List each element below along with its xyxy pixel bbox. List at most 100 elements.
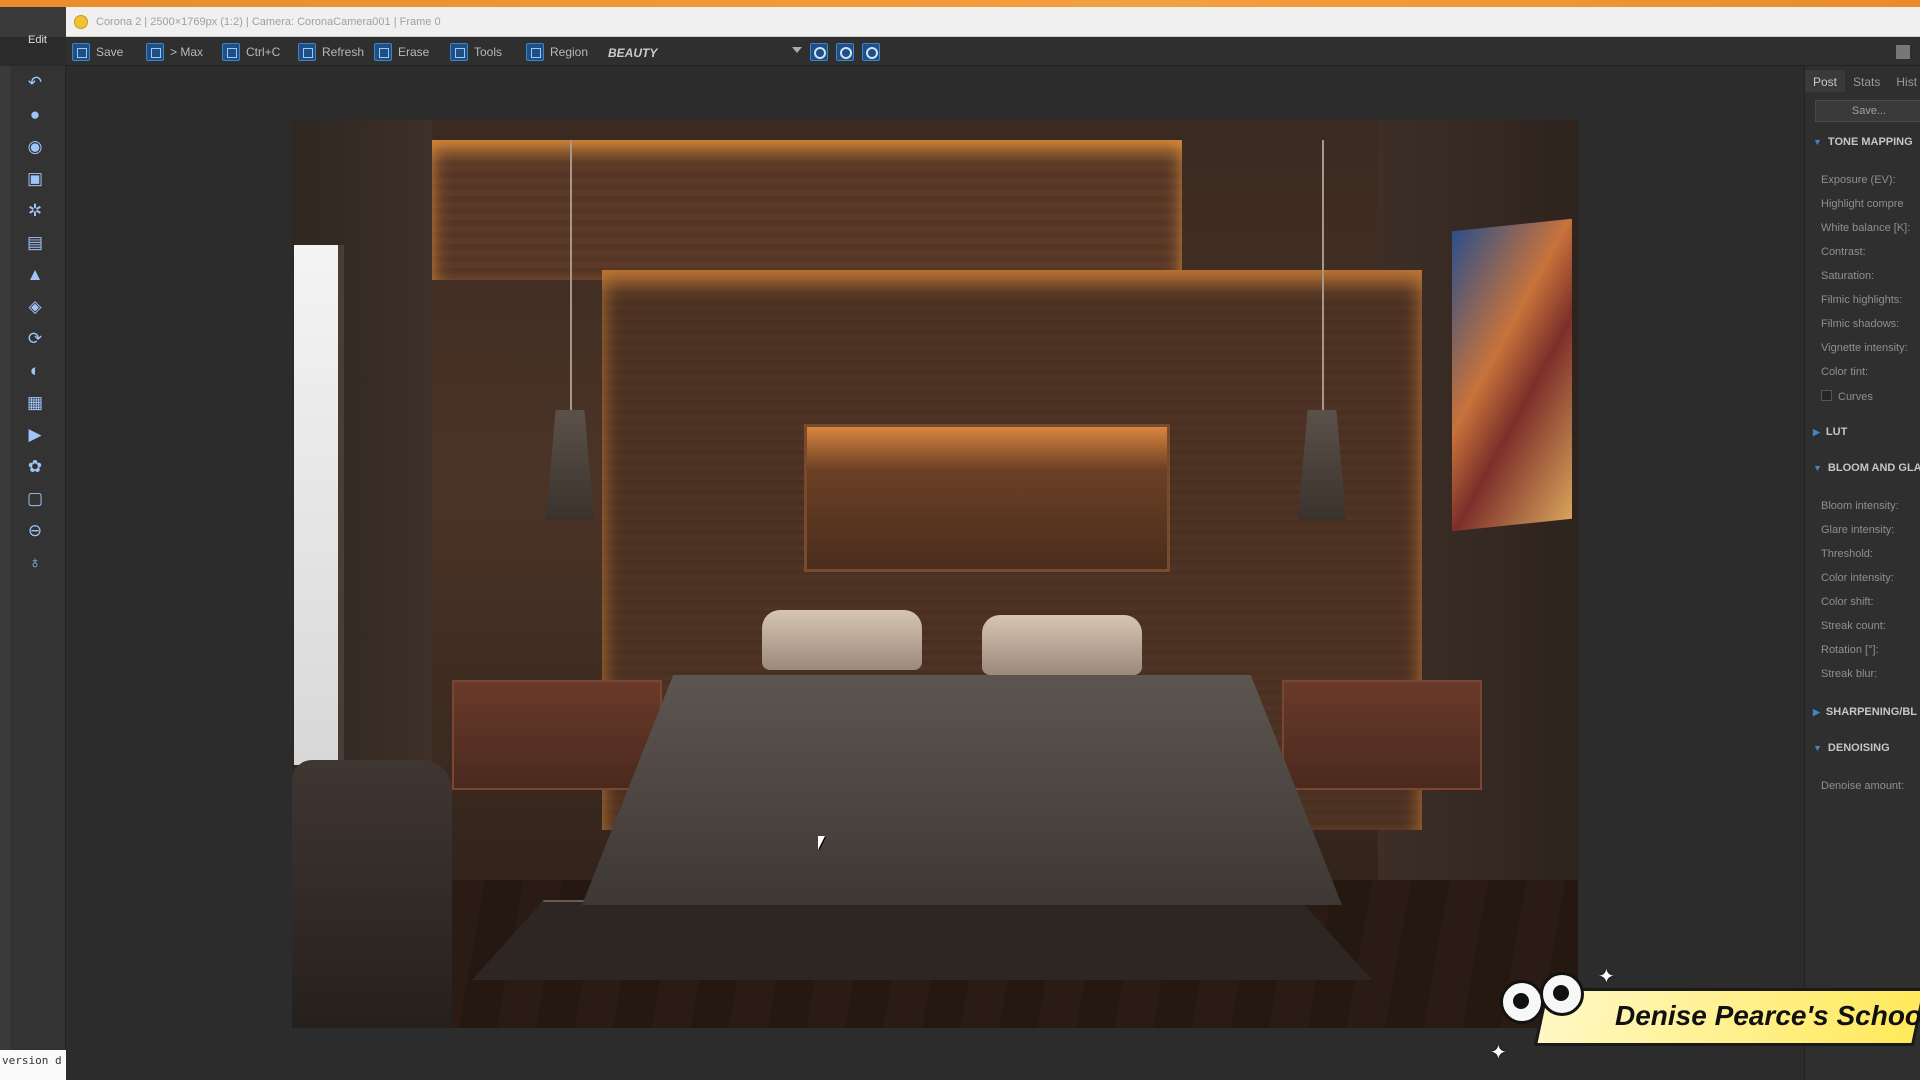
mascot-face-icon [1500, 980, 1544, 1024]
tab-post[interactable]: Post [1805, 70, 1846, 92]
lut-header[interactable]: ▶ LUT [1813, 426, 1847, 438]
bloom-glare-header[interactable]: ▼ BLOOM AND GLA [1813, 462, 1920, 474]
field-label: Filmic shadows: [1821, 318, 1900, 330]
max-icon [146, 43, 164, 61]
bulb-icon[interactable]: ♁ [18, 550, 52, 576]
field-label: White balance [K]: [1821, 222, 1911, 234]
save-button[interactable]: Save [72, 42, 123, 62]
mouse-cursor-icon [818, 836, 825, 850]
field-label: Streak count: [1821, 620, 1886, 632]
nightstand-right [1282, 680, 1482, 790]
edit-menu[interactable]: Edit [28, 34, 47, 46]
decal-icon[interactable]: ◈ [18, 294, 52, 320]
field-label: Threshold: [1821, 548, 1873, 560]
field-label: Denoise amount: [1821, 780, 1905, 792]
curves-checkbox[interactable]: Curves [1821, 390, 1873, 403]
collapsed-arrow-icon: ▶ [1813, 427, 1820, 437]
field-label: Bloom intensity: [1821, 500, 1899, 512]
sparkle-icon: ✦ [1490, 1042, 1507, 1064]
tools-icon [450, 43, 468, 61]
framebuffer-icon[interactable]: ▶ [18, 422, 52, 448]
render-pass-select[interactable]: BEAUTY [608, 46, 657, 60]
undo-icon[interactable]: ↶ [18, 70, 52, 96]
vfb-toolbar: Save > Max Ctrl+C Refresh Erase Tools Re… [66, 38, 1920, 66]
field-label: Color shift: [1821, 596, 1874, 608]
lamp-wire-left [570, 140, 572, 420]
field-label: Filmic highlights: [1821, 294, 1903, 306]
field-label: Glare intensity: [1821, 524, 1895, 536]
field-label: Color tint: [1821, 366, 1869, 378]
pendant-lamp-left [546, 410, 594, 520]
checkbox-box[interactable] [1821, 390, 1832, 401]
teapot-icon[interactable]: ✿ [18, 454, 52, 480]
tools-button[interactable]: Tools [450, 42, 502, 62]
material-icon[interactable]: ▤ [18, 230, 52, 256]
copy-button[interactable]: Ctrl+C [222, 42, 280, 62]
field-label: Exposure (EV): [1821, 174, 1896, 186]
copy-icon [222, 43, 240, 61]
camera-icon[interactable]: ▣ [18, 166, 52, 192]
to-max-button[interactable]: > Max [146, 42, 203, 62]
proxy-icon[interactable]: ▲ [18, 262, 52, 288]
panel-tabs: Post Stats Hist [1805, 70, 1920, 92]
erase-button[interactable]: Erase [374, 42, 429, 62]
viewport-icon[interactable]: ▢ [18, 486, 52, 512]
light-icon[interactable]: ● [18, 102, 52, 128]
save-settings-button[interactable]: Save... [1815, 100, 1920, 122]
chevron-down-icon[interactable] [792, 47, 802, 53]
mascot-face-icon [1540, 972, 1584, 1016]
wall-painting [1452, 218, 1572, 532]
post-panel: Post Stats Hist Save... ▼ TONE MAPPING Ex… [1804, 66, 1920, 1080]
scatter-icon[interactable]: ✲ [18, 198, 52, 224]
corona-app-icon [74, 15, 88, 29]
refresh-button[interactable]: Refresh [298, 42, 364, 62]
tab-stats[interactable]: Stats [1845, 70, 1888, 92]
tab-history[interactable]: Hist [1888, 70, 1920, 92]
sphere-icon[interactable]: ◉ [18, 134, 52, 160]
expanded-arrow-icon: ▼ [1813, 137, 1822, 147]
field-label: Vignette intensity: [1821, 342, 1908, 354]
refresh-icon [298, 43, 316, 61]
sharpening-header[interactable]: ▶ SHARPENING/BL [1813, 706, 1917, 718]
orbit-icon[interactable]: ⊖ [18, 518, 52, 544]
max-command-strip [0, 66, 10, 1060]
left-toolbar: ↶ ● ◉ ▣ ✲ ▤ ▲ ◈ ⟳ ◐ ▦ ▶ ✿ ▢ ⊖ ♁ [10, 66, 66, 1066]
upper-wood-panel [432, 140, 1182, 280]
nightstand-left [452, 680, 662, 790]
armchair [292, 760, 452, 1028]
field-label: Saturation: [1821, 270, 1875, 282]
field-label: Color intensity: [1821, 572, 1894, 584]
sparkle-icon: ✦ [1598, 966, 1615, 988]
max-menu-corner[interactable]: Edit [0, 7, 66, 46]
zoom-in-icon[interactable] [810, 43, 828, 61]
zoom-fit-icon[interactable] [862, 43, 880, 61]
title-bar: Edit Corona 2 | 2500×1769px (1:2) | Came… [0, 7, 1920, 46]
field-label: Contrast: [1821, 246, 1866, 258]
pillow-right [982, 615, 1142, 675]
rendered-image[interactable] [292, 120, 1578, 1028]
layout-icon[interactable]: ▦ [18, 390, 52, 416]
lit-niche [804, 424, 1170, 572]
door-opening [294, 245, 344, 765]
maxscript-listener[interactable]: version d [0, 1050, 66, 1080]
watermark-text: Denise Pearce's School [1615, 1000, 1920, 1031]
render-icon[interactable]: ◐ [18, 358, 52, 384]
save-icon [72, 43, 90, 61]
rotate-icon[interactable]: ⟳ [18, 326, 52, 352]
lamp-wire-right [1322, 140, 1324, 420]
panel-toggle-icon[interactable] [1896, 45, 1910, 59]
window-title: Corona 2 | 2500×1769px (1:2) | Camera: C… [96, 16, 441, 28]
field-label: Rotation [°]: [1821, 644, 1879, 656]
erase-icon [374, 43, 392, 61]
expanded-arrow-icon: ▼ [1813, 463, 1822, 473]
region-button[interactable]: Region [526, 42, 588, 62]
field-label: Streak blur: [1821, 668, 1878, 680]
bed [582, 675, 1342, 905]
top-accent-strip [0, 0, 1920, 7]
tone-mapping-header[interactable]: ▼ TONE MAPPING [1813, 136, 1913, 148]
field-label: Highlight compre [1821, 198, 1904, 210]
denoising-header[interactable]: ▼ DENOISING [1813, 742, 1890, 754]
zoom-out-icon[interactable] [836, 43, 854, 61]
pillow-left [762, 610, 922, 670]
channel-watermark: ✦ ✦ Denise Pearce's School [1490, 966, 1920, 1080]
